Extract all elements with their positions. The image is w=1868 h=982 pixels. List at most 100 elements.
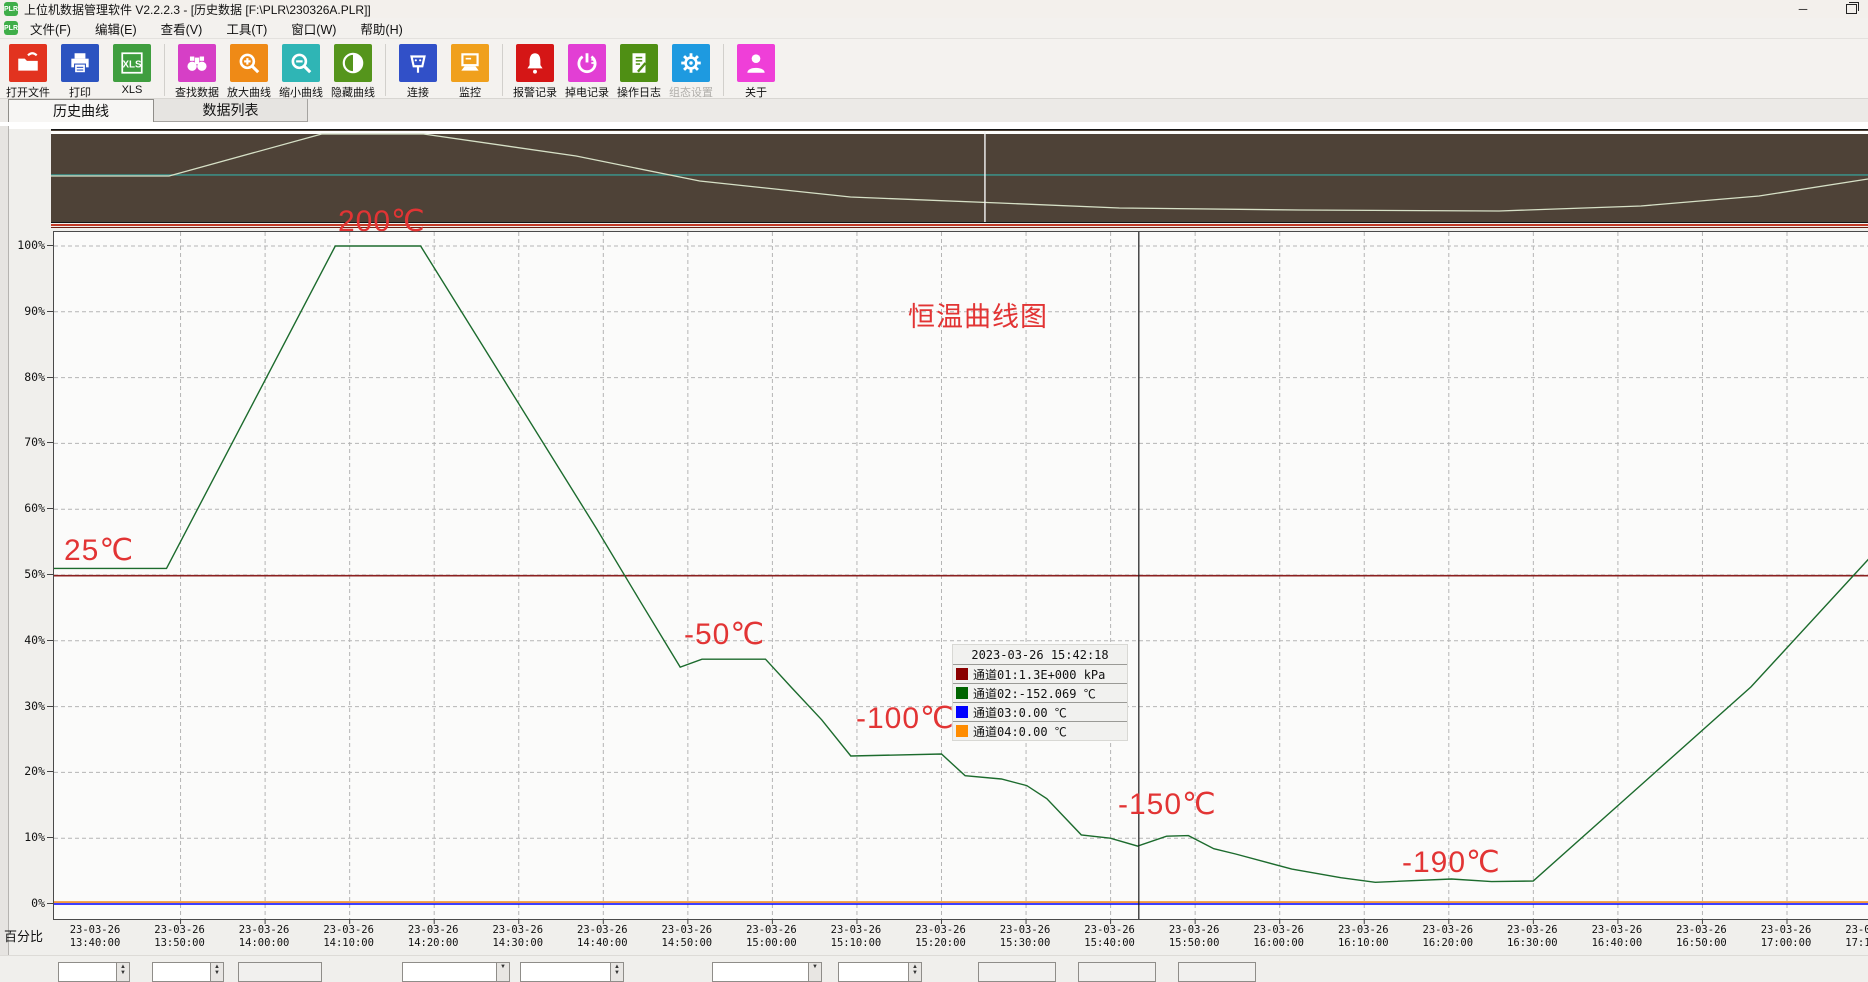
red-separator-shadow [51, 227, 1868, 228]
red-separator-line [51, 224, 1868, 226]
x-tick-label: 23-03-26 14:50:00 [645, 924, 729, 950]
y-tick-label: 40% [1, 633, 45, 647]
toolbar-button-gear: 组态设置 [665, 42, 717, 100]
tooltip-row-text: 通道01:1.3E+000 kPa [973, 666, 1105, 683]
bottom-button[interactable] [1078, 962, 1156, 982]
toolbar-button-alarm-bell[interactable]: 报警记录 [509, 42, 561, 100]
toolbar-button-zoom-in[interactable]: 放大曲线 [223, 42, 275, 100]
menu-tools[interactable]: 工具(T) [214, 18, 279, 38]
toolbar-button-label: 连接 [407, 84, 429, 100]
toolbar-button-binoculars[interactable]: 查找数据 [171, 42, 223, 100]
window-title: 上位机数据管理软件 V2.2.2.3 - [历史数据 [F:\PLR\23032… [24, 1, 371, 18]
bottom-button[interactable] [1178, 962, 1256, 982]
spinner-arrows-icon[interactable]: ▲▼ [908, 963, 921, 981]
main-chart-plot[interactable] [53, 231, 1868, 920]
bottom-spin-input[interactable]: ▲▼ [152, 962, 224, 982]
bottom-select[interactable]: ▼ [402, 962, 510, 982]
annotation-25c: 25℃ [64, 533, 134, 568]
restore-icon [1846, 4, 1857, 14]
toolbar-button-printer[interactable]: 打印 [54, 42, 106, 100]
tab-bar: 历史曲线 数据列表 [0, 99, 1868, 122]
hide-curve-icon [334, 44, 372, 82]
y-tick-label: 0% [1, 896, 45, 910]
toolbar-button-zoom-out[interactable]: 缩小曲线 [275, 42, 327, 100]
power-icon [568, 44, 606, 82]
y-tick-label: 30% [1, 699, 45, 713]
menu-edit[interactable]: 编辑(E) [83, 18, 149, 38]
overview-bottom-border [51, 222, 1868, 223]
bottom-select[interactable]: ▼ [712, 962, 822, 982]
dropdown-arrow-icon[interactable]: ▼ [808, 963, 821, 981]
tooltip-row-channel01: 通道01:1.3E+000 kPa [953, 665, 1127, 684]
toolbar-button-label: 操作日志 [617, 84, 661, 100]
toolbar-button-label: 缩小曲线 [279, 84, 323, 100]
person-icon [737, 44, 775, 82]
monitor-icon [451, 44, 489, 82]
bottom-button[interactable] [238, 962, 322, 982]
toolbar-button-hide-curve[interactable]: 隐藏曲线 [327, 42, 379, 100]
y-axis: 100%90%80%70%60%50%40%30%20%10%0% [0, 231, 53, 918]
app-logo-icon: PLR [4, 2, 18, 16]
toolbar-button-log-doc[interactable]: 操作日志 [613, 42, 665, 100]
y-tick-label: 80% [1, 370, 45, 384]
y-tick-mark [47, 903, 53, 904]
toolbar-separator [723, 44, 724, 96]
restore-button[interactable] [1840, 1, 1862, 17]
toolbar-button-label: 报警记录 [513, 84, 557, 100]
tooltip-row-text: 通道04:0.00 ℃ [973, 723, 1067, 740]
toolbar-button-power[interactable]: 掉电记录 [561, 42, 613, 100]
tab-history-curve[interactable]: 历史曲线 [8, 99, 154, 122]
zoom-out-icon [282, 44, 320, 82]
zoom-in-icon [230, 44, 268, 82]
log-doc-icon [620, 44, 658, 82]
bottom-select[interactable]: ▲▼ [838, 962, 922, 982]
dropdown-arrow-icon[interactable]: ▼ [496, 963, 509, 981]
toolbar-button-xls[interactable]: XLSXLS [106, 42, 158, 96]
tab-data-list[interactable]: 数据列表 [154, 99, 308, 122]
main-chart-svg [54, 232, 1868, 924]
annotation-minus100c: -100℃ [856, 701, 955, 736]
toolbar-button-monitor[interactable]: 监控 [444, 42, 496, 100]
bottom-button[interactable] [978, 962, 1056, 982]
spinner-arrows-icon[interactable]: ▲▼ [610, 963, 623, 981]
menu-window[interactable]: 窗口(W) [279, 18, 348, 38]
menu-file[interactable]: 文件(F) [18, 18, 83, 38]
bottom-label [330, 962, 394, 982]
bottom-spin-input[interactable]: ▲▼ [58, 962, 130, 982]
annotation-minus50c: -50℃ [684, 617, 765, 652]
menu-help[interactable]: 帮助(H) [348, 18, 414, 38]
tooltip-row-channel04: 通道04:0.00 ℃ [953, 722, 1127, 740]
toolbar-separator [502, 44, 503, 96]
x-tick-label: 23-03-26 15:10:00 [814, 924, 898, 950]
bottom-label [638, 962, 696, 982]
menu-view[interactable]: 查看(V) [149, 18, 215, 38]
toolbar-button-label: 打印 [69, 84, 91, 100]
x-tick-label: 23-03-26 16:40:00 [1575, 924, 1659, 950]
y-tick-mark [47, 574, 53, 575]
spinner-arrows-icon[interactable]: ▲▼ [116, 963, 129, 981]
toolbar-button-open-file[interactable]: 打开文件 [2, 42, 54, 100]
connector-icon [399, 44, 437, 82]
x-tick-label: 23-03-26 17:00:00 [1744, 924, 1828, 950]
y-tick-label: 70% [1, 435, 45, 449]
toolbar-button-connector[interactable]: 连接 [392, 42, 444, 100]
toolbar-button-label: 打开文件 [6, 84, 50, 100]
printer-icon [61, 44, 99, 82]
bottom-select[interactable]: ▲▼ [520, 962, 624, 982]
overview-band[interactable] [51, 129, 1868, 222]
cursor-tooltip: 2023-03-26 15:42:18 通道01:1.3E+000 kPa 通道… [953, 645, 1127, 740]
x-tick-label: 23-03-26 16:30:00 [1490, 924, 1574, 950]
annotation-200c: 200℃ [338, 204, 426, 239]
minimize-button[interactable]: ─ [1792, 1, 1814, 17]
x-tick-label: 23-03-26 13:40:00 [53, 924, 137, 950]
x-tick-label: 23-03-26 16:10:00 [1321, 924, 1405, 950]
toolbar-button-label: 查找数据 [175, 84, 219, 100]
tooltip-row-channel02: 通道02:-152.069 ℃ [953, 684, 1127, 703]
tooltip-row-text: 通道03:0.00 ℃ [973, 704, 1067, 721]
gear-icon [672, 44, 710, 82]
y-tick-label: 10% [1, 830, 45, 844]
x-tick-label: 23-03-26 17:10:00 [1829, 924, 1868, 950]
tooltip-row-channel03: 通道03:0.00 ℃ [953, 703, 1127, 722]
toolbar-button-person[interactable]: 关于 [730, 42, 782, 100]
spinner-arrows-icon[interactable]: ▲▼ [210, 963, 223, 981]
